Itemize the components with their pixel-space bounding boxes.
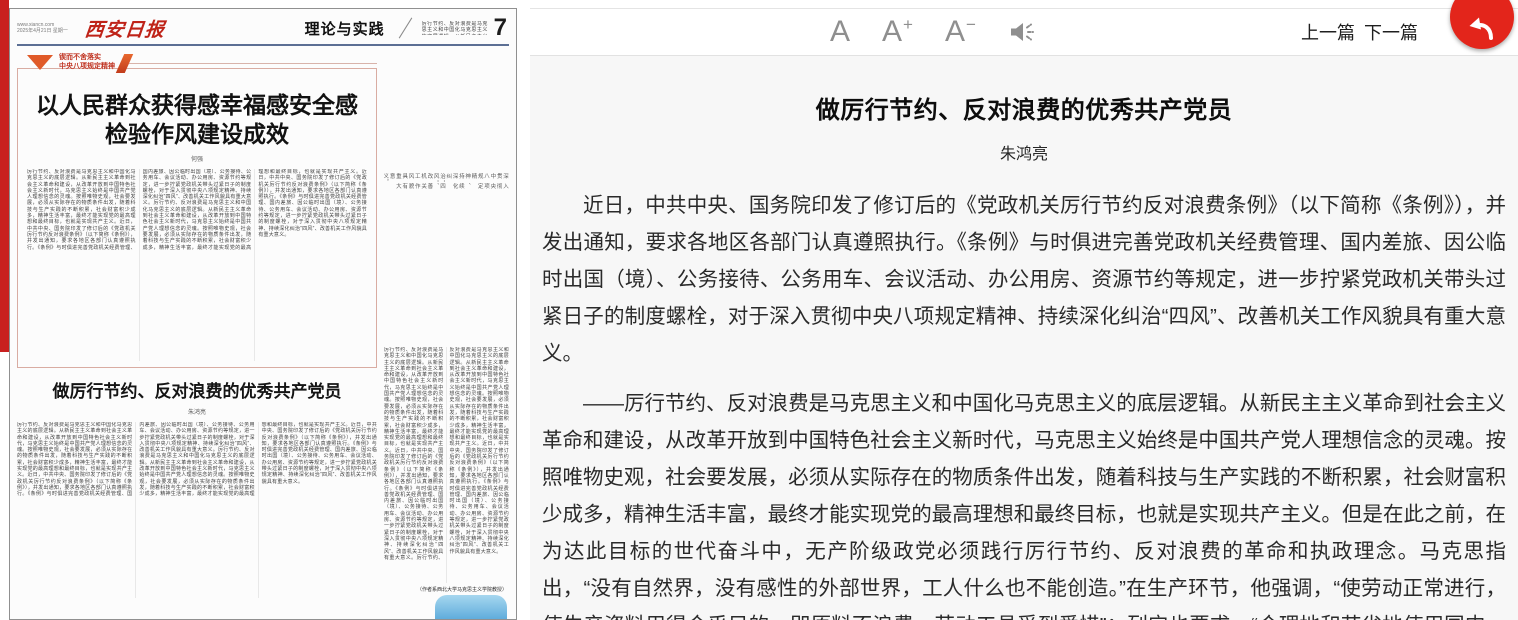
article3-body-columns: 厉行节约、反对浪费是马克思主义和中国化马克思主义的底层逻辑。从新民主主义革命到社… — [384, 347, 509, 583]
article-content: 做厉行节约、反对浪费的优秀共产党员 朱鸿亮 近日，中共中央、国务院印发了修订后的… — [530, 56, 1518, 620]
masthead-site-info: www.xiancn.com 2025年4月21日 星期一 — [17, 22, 79, 35]
previous-article-link[interactable]: 上一篇 — [1301, 19, 1355, 45]
back-arrow-icon — [1465, 14, 1499, 42]
masthead-rule — [17, 44, 509, 46]
article-title: 做厉行节约、反对浪费的优秀共产党员 — [530, 90, 1518, 125]
font-size-decrease-button[interactable]: A− — [945, 17, 976, 47]
font-size-increase-button[interactable]: A+ — [882, 17, 913, 47]
section-title: 理论与实践 — [305, 18, 385, 39]
bottom-image-placeholder — [435, 595, 507, 620]
next-article-link[interactable]: 下一篇 — [1364, 19, 1418, 45]
newspaper-page-thumbnail[interactable]: www.xiancn.com 2025年4月21日 星期一 西安日报 理论与实践… — [9, 8, 517, 620]
article1-headline[interactable]: 以人民群众获得感幸福感安全感 检验作风建设成效 — [27, 91, 367, 149]
banner-rule-line — [129, 63, 377, 64]
page-edge-red-strip — [0, 0, 9, 352]
section-slash-divider — [398, 18, 412, 39]
banner-triangle-icon — [27, 55, 53, 70]
reader-toolbar: A A+ A− 上一篇 下一篇 — [530, 8, 1518, 56]
article1-body-columns: 厉行节约、反对浪费是马克思主义和中国化马克思主义的底层逻辑。从新民主主义革命到社… — [27, 169, 367, 361]
article1-block[interactable]: 以人民群众获得感幸福感安全感 检验作风建设成效 何强 厉行节约、反对浪费是马克思… — [17, 68, 377, 368]
back-button[interactable] — [1450, 0, 1514, 49]
article3-author-placeholder: 厉行节约、反对浪费是马克思主义和中国化马克思主义的底层逻辑。从新民主主义革命到社… — [384, 173, 509, 189]
article-paragraph: 近日，中共中央、国务院印发了修订后的《党政机关厉行节约反对浪费条例》（以下简称《… — [542, 187, 1506, 372]
article-reader-panel: A A+ A− 上一篇 下一篇 — [530, 0, 1518, 620]
article-author: 朱鸿亮 — [530, 140, 1518, 164]
article-body: 近日，中共中央、国务院印发了修订后的《党政机关厉行节约反对浪费条例》（以下简称《… — [530, 187, 1518, 620]
newspaper-masthead: www.xiancn.com 2025年4月21日 星期一 西安日报 理论与实践… — [17, 13, 509, 43]
font-size-tools: A A+ A− — [830, 9, 1036, 55]
masthead-date: 2025年4月21日 星期一 — [17, 28, 79, 35]
speaker-icon[interactable] — [1008, 19, 1036, 45]
article-paragraph: ——厉行节约、反对浪费是马克思主义和中国化马克思主义的底层逻辑。从新民主主义革命… — [542, 385, 1506, 620]
banner-slogan-text: 锲而不舍落实 中央八项规定精神 — [53, 53, 120, 71]
article2-headline[interactable]: 做厉行节约、反对浪费的优秀共产党员 — [17, 381, 377, 402]
article2-author: 朱鸿亮 — [17, 407, 377, 416]
article-nav: 上一篇 下一篇 — [1301, 9, 1418, 55]
font-size-default-button[interactable]: A — [830, 17, 850, 47]
article2-body-columns: 厉行节约、反对浪费是马克思主义和中国化马克思主义的底层逻辑。从新民主主义革命到社… — [17, 422, 377, 598]
article1-author: 何强 — [27, 154, 367, 163]
article3-footnote: （作者系西北大学马克思主义学院教授） — [384, 586, 507, 593]
newspaper-logo: 西安日报 — [84, 15, 167, 42]
page-number: 7 — [494, 14, 509, 42]
masthead-staff-info: 厉行节约、反对浪费是马克思主义和中国化马克思主义的底层逻辑。从新民主主义革命到社… — [422, 21, 488, 35]
slogan-banner: 锲而不舍落实 中央八项规定精神 — [27, 53, 377, 79]
